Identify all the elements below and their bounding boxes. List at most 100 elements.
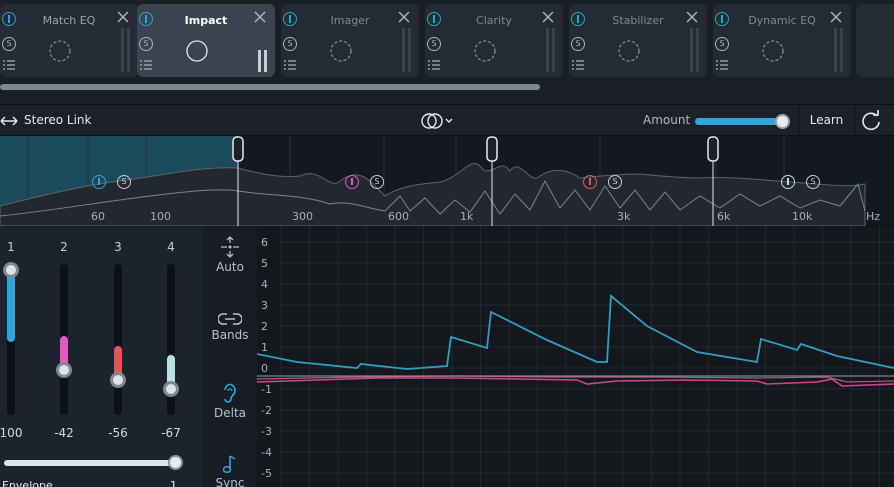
module-level-meter [690, 28, 699, 72]
module-solo-button[interactable]: S [283, 37, 297, 51]
freq-label: 3k [617, 210, 631, 223]
y-tick-label: -1 [261, 383, 272, 396]
module-impact[interactable]: S Impact [137, 4, 275, 77]
module-options-icon[interactable] [572, 60, 584, 70]
crossover-handle-2[interactable] [486, 136, 498, 162]
band-4-solo-button[interactable]: S [806, 175, 820, 189]
freq-label: 600 [388, 210, 409, 223]
delta-button[interactable]: Delta [203, 382, 257, 420]
y-tick-label: 0 [261, 362, 268, 375]
band-4-slider-handle[interactable] [163, 380, 179, 397]
amount-slider-handle[interactable] [775, 114, 790, 129]
band-3-number: 3 [114, 240, 122, 254]
envelope-slider-handle[interactable] [168, 455, 183, 470]
plugin-window: S Match EQ S Impact S Imager S Clarity S Stabiliz… [0, 0, 894, 487]
module-options-icon[interactable] [428, 60, 440, 70]
band-4-power-icon[interactable] [781, 175, 795, 189]
module-options-icon[interactable] [140, 60, 152, 70]
bands-label: Bands [211, 328, 249, 342]
band-2-solo-button[interactable]: S [370, 175, 384, 189]
ear-icon [224, 383, 236, 403]
module-glyph-icon [49, 40, 71, 62]
crossover-handle-3[interactable] [707, 136, 719, 162]
module-imager[interactable]: S Imager [281, 4, 419, 77]
freq-label: Hz [866, 210, 881, 223]
spectrum-crossover-display[interactable]: S S S S 60 100 300 600 1k 3k 6k 10k Hz [0, 136, 894, 226]
band-2-value: -42 [54, 426, 74, 440]
close-icon[interactable] [397, 10, 411, 24]
band-2-number: 2 [60, 240, 68, 254]
y-tick-label: -3 [261, 425, 272, 438]
envelope-value: 1 [170, 479, 177, 487]
module-glyph-icon [762, 40, 784, 62]
auto-button[interactable]: Auto [203, 236, 257, 274]
bands-link-button[interactable]: Bands [203, 312, 257, 342]
band-4-number: 4 [167, 240, 175, 254]
module-chain-scrollbar[interactable] [0, 84, 540, 90]
close-icon[interactable] [253, 10, 267, 24]
sync-button[interactable]: Sync [203, 454, 257, 487]
y-tick-label: 5 [261, 257, 268, 270]
module-solo-button[interactable]: S [571, 37, 585, 51]
sync-label: Sync [215, 476, 245, 487]
learn-button[interactable]: Learn [798, 105, 855, 136]
module-level-meter [121, 28, 130, 72]
band-1-power-icon[interactable] [92, 175, 106, 189]
band-1-amount-slider[interactable] [3, 262, 19, 415]
module-glyph-icon [330, 40, 352, 62]
module-dynamic-eq[interactable]: S Dynamic EQ [713, 4, 851, 77]
band-3-power-icon[interactable] [583, 175, 597, 189]
band-2-amount-slider[interactable] [56, 264, 72, 415]
freq-label: 60 [91, 210, 105, 223]
stereo-mode-dropdown[interactable] [420, 112, 456, 130]
crossover-handle-1[interactable] [232, 136, 244, 162]
y-tick-label: 2 [261, 320, 268, 333]
close-icon[interactable] [116, 10, 130, 24]
y-tick-label: 3 [261, 299, 268, 312]
band-1-solo-button[interactable]: S [117, 175, 131, 189]
amount-slider-track[interactable] [695, 118, 787, 125]
band-3-amount-slider[interactable] [110, 264, 126, 415]
module-level-meter [402, 28, 411, 72]
band-1-number: 1 [7, 240, 15, 254]
module-options-icon[interactable] [716, 60, 728, 70]
module-glyph-icon [618, 40, 640, 62]
stereo-link-icon[interactable] [0, 114, 18, 128]
module-clarity[interactable]: S Clarity [425, 4, 563, 77]
band-1-envelope-curve [257, 294, 894, 370]
y-tick-label: 1 [261, 341, 268, 354]
band-2-power-icon[interactable] [345, 175, 359, 189]
band-3-slider-handle[interactable] [110, 372, 126, 389]
module-options-icon[interactable] [284, 60, 296, 70]
module-options-icon[interactable] [3, 60, 15, 70]
module-level-meter [258, 28, 267, 72]
module-stabilizer[interactable]: S Stabilizer [569, 4, 707, 77]
freq-label: 1k [460, 210, 474, 223]
band-4-amount-slider[interactable] [163, 264, 179, 415]
envelope-label: Envelope [2, 479, 53, 487]
stereo-link-label[interactable]: Stereo Link [24, 113, 92, 127]
spectrum-graph [0, 136, 866, 226]
module-solo-button[interactable]: S [139, 37, 153, 51]
close-icon[interactable] [829, 10, 843, 24]
band-1-slider-handle[interactable] [3, 262, 19, 278]
module-solo-button[interactable]: S [427, 37, 441, 51]
close-icon[interactable] [685, 10, 699, 24]
band-2-envelope-curve [257, 377, 894, 387]
module-chain-overflow[interactable] [856, 4, 894, 77]
freq-label: 100 [150, 210, 171, 223]
band-3-solo-button[interactable]: S [608, 175, 622, 189]
link-bands-icon [218, 313, 242, 325]
close-icon[interactable] [541, 10, 555, 24]
auto-icon [221, 236, 239, 258]
y-tick-label: -2 [261, 404, 272, 417]
module-solo-button[interactable]: S [2, 37, 16, 51]
freq-label: 10k [792, 210, 813, 223]
module-solo-button[interactable]: S [715, 37, 729, 51]
reset-icon[interactable] [860, 110, 882, 132]
envelope-slider-track[interactable] [4, 460, 179, 466]
band-2-slider-handle[interactable] [56, 362, 72, 379]
amount-label: Amount [643, 113, 691, 127]
module-level-meter [834, 28, 843, 72]
module-match-eq[interactable]: S Match EQ [0, 4, 138, 77]
